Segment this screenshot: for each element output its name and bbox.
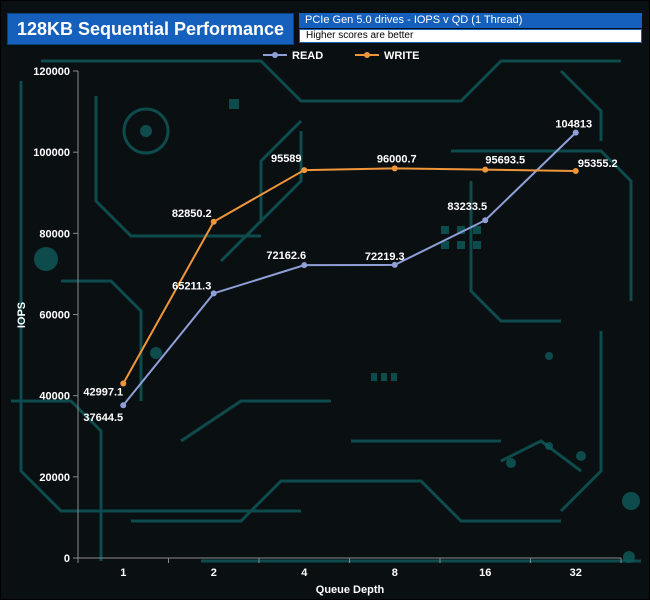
series-line-write: [122, 167, 576, 384]
series-line-read: [122, 131, 577, 406]
data-label-read: 37644.5: [83, 412, 123, 424]
data-point-write: [301, 167, 308, 174]
data-point-write: [210, 218, 217, 225]
x-tick-label: 2: [211, 567, 217, 579]
legend-label-write: WRITE: [384, 50, 419, 62]
legend: READ WRITE: [263, 50, 419, 62]
x-tick-label: 8: [392, 567, 398, 579]
data-label-read: 104813: [555, 119, 592, 131]
data-label-write: 42997.1: [83, 387, 123, 399]
x-tick-label: 16: [479, 567, 491, 579]
line-chart: 0 20000 40000 60000 80000 100000 120000 1 2 4 8 16…: [16, 50, 622, 596]
data-label-write: 96000.7: [377, 153, 417, 165]
y-tick-label: 20000: [39, 472, 70, 484]
data-label-read: 72219.3: [365, 251, 405, 263]
y-axis: 0 20000 40000 60000 80000 100000 120000: [33, 66, 79, 565]
data-label-write: 95355.2: [578, 158, 618, 170]
data-label-read: 65211.3: [172, 280, 211, 292]
data-label-read: 72162.6: [266, 250, 306, 262]
x-tick-label: 32: [570, 567, 582, 579]
data-point-write: [482, 166, 489, 173]
y-tick-label: 120000: [33, 66, 70, 78]
data-point-read: [301, 262, 308, 269]
chart-frame: 128KB Sequential Performance PCIe Gen 5.…: [0, 0, 650, 600]
x-axis: 1 2 4 8 16 32: [77, 557, 622, 579]
legend-marker-write: [364, 52, 370, 58]
data-labels: 37644.5 65211.3 72162.6 72219.3 83233.5 10481…: [83, 119, 617, 425]
x-tick-label: 1: [120, 567, 126, 579]
y-tick-label: 0: [64, 553, 70, 565]
data-point-read: [120, 402, 127, 409]
data-label-read: 83233.5: [447, 201, 487, 213]
data-label-write: 82850.2: [172, 208, 212, 220]
legend-marker-read: [272, 52, 278, 58]
y-tick-label: 40000: [39, 391, 70, 403]
data-label-write: 95693.5: [485, 155, 525, 167]
data-point-read: [482, 217, 489, 224]
y-axis-title: IOPS: [16, 302, 28, 328]
series-layer: [120, 129, 579, 409]
y-tick-label: 80000: [39, 228, 70, 240]
legend-label-read: READ: [292, 50, 323, 62]
x-tick-label: 4: [301, 567, 308, 579]
data-point-read: [210, 290, 217, 297]
y-tick-label: 60000: [39, 310, 70, 322]
data-point-write: [391, 165, 398, 172]
data-label-write: 95589: [271, 153, 302, 165]
y-tick-label: 100000: [33, 147, 70, 159]
x-axis-title: Queue Depth: [316, 584, 385, 596]
